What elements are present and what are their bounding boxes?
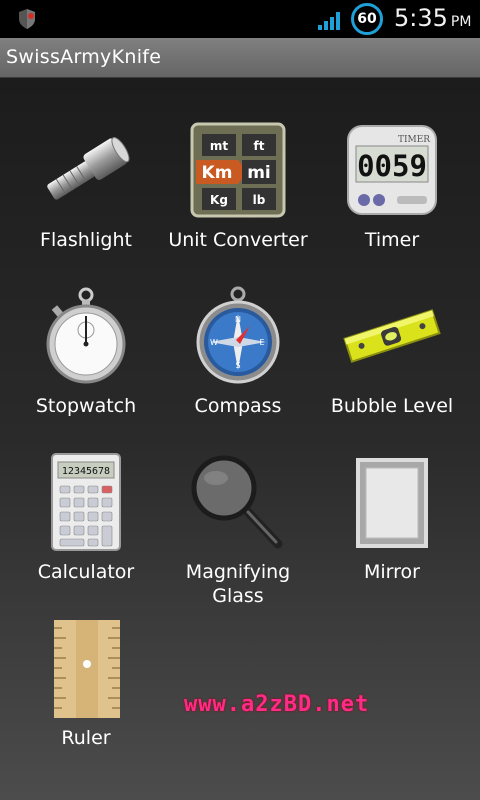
compass-e: E: [259, 338, 264, 347]
tool-label: Unit Converter: [168, 229, 308, 251]
app-title: SwissArmyKnife: [6, 46, 162, 68]
timer-display: 0059: [357, 149, 427, 183]
status-bar: 60 5:35 PM: [0, 0, 480, 38]
magnifying-glass-icon: [191, 455, 283, 549]
unit-lb: lb: [253, 193, 266, 207]
compass-icon: N E S W: [196, 286, 280, 384]
unit-km: Km: [202, 163, 233, 183]
tool-unit-converter[interactable]: mt ft Km mi Kg lb Unit Converter: [163, 110, 313, 260]
battery-level: 60: [357, 11, 377, 27]
clock-ampm: PM: [450, 14, 472, 30]
compass-w: W: [210, 338, 218, 347]
tool-label: Timer: [364, 229, 420, 251]
tool-label: Ruler: [61, 727, 111, 749]
clock: 5:35 PM: [394, 4, 474, 34]
shield-icon: [19, 9, 35, 29]
timer-icon: TIMER 0059: [347, 125, 437, 215]
tool-label: Bubble Level: [330, 395, 454, 417]
ruler-icon: [54, 620, 120, 718]
flashlight-icon: [47, 136, 130, 200]
tool-flashlight[interactable]: Flashlight: [11, 110, 161, 260]
unit-converter-icon: mt ft Km mi Kg lb: [190, 122, 286, 218]
bubble-level-icon: [343, 309, 441, 363]
tool-magnifying-glass[interactable]: Magnifying Glass: [163, 442, 313, 607]
tool-calculator[interactable]: 12345678 Calculator: [11, 442, 161, 592]
watermark: www.a2zBD.net: [184, 692, 370, 717]
tool-label: Flashlight: [40, 229, 132, 251]
tool-label: Stopwatch: [35, 395, 137, 417]
unit-ft: ft: [254, 139, 265, 153]
signal-icon: [318, 12, 340, 30]
mirror-icon: [356, 458, 428, 548]
compass-s: S: [235, 361, 240, 370]
timer-brand: TIMER: [398, 135, 430, 145]
tool-bubble-level[interactable]: Bubble Level: [317, 276, 467, 426]
tool-stopwatch[interactable]: Stopwatch: [11, 276, 161, 426]
unit-mt: mt: [210, 139, 229, 153]
stopwatch-icon: [46, 287, 126, 384]
calculator-icon: 12345678: [51, 453, 121, 551]
unit-kg: Kg: [210, 193, 228, 207]
app-title-bar: SwissArmyKnife: [0, 38, 480, 78]
clock-time: 5:35: [394, 4, 448, 32]
tool-timer[interactable]: TIMER 0059 Timer: [317, 110, 467, 260]
tool-label: Magnifying Glass: [185, 561, 291, 607]
unit-mi: mi: [247, 163, 271, 183]
compass-n: N: [235, 315, 241, 324]
tool-label: Calculator: [37, 561, 135, 583]
tool-ruler[interactable]: Ruler: [11, 608, 161, 758]
tool-compass[interactable]: N E S W Compass: [163, 276, 313, 426]
tool-mirror[interactable]: Mirror: [317, 442, 467, 592]
calculator-display: 12345678: [62, 466, 110, 477]
battery-icon: 60: [351, 3, 383, 35]
tool-label: Mirror: [364, 561, 420, 583]
tool-label: Compass: [194, 395, 282, 417]
tool-grid: Flashlight mt ft Km mi Kg lb Unit Conver…: [0, 78, 480, 800]
